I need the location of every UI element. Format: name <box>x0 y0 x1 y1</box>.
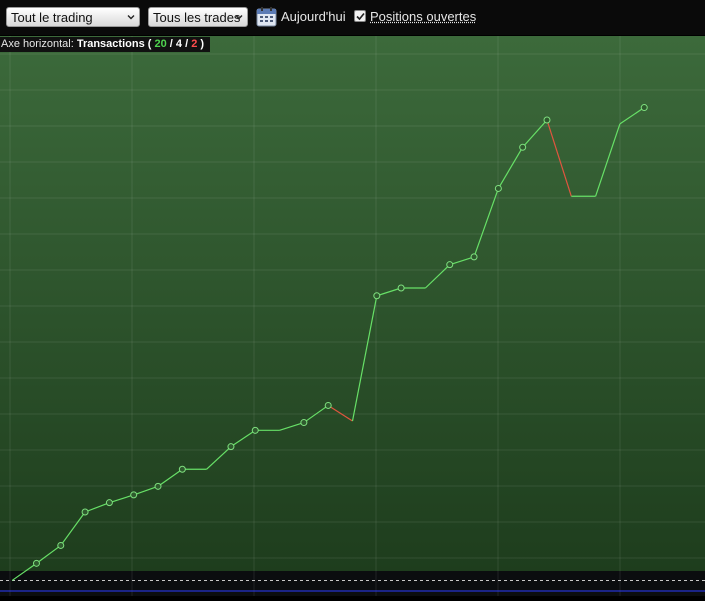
equity-chart <box>0 36 705 596</box>
calendar-icon[interactable] <box>256 6 277 27</box>
win-count: 20 <box>154 38 167 50</box>
toolbar: Tout le trading Tous les trades Aujourd'… <box>0 0 705 35</box>
type-select[interactable]: Tous les trades <box>148 7 248 27</box>
period-select[interactable]: Tout le trading <box>6 7 140 27</box>
trade-point <box>57 541 65 549</box>
axis-tag-close: ) <box>200 38 205 50</box>
chart-background <box>0 36 705 571</box>
loss-count: 2 <box>191 38 198 50</box>
open-positions-label[interactable]: Positions ouvertes <box>370 9 476 24</box>
trade-point <box>324 401 332 409</box>
chart-negative-area <box>0 571 705 596</box>
trade-point <box>446 261 454 269</box>
trade-point <box>494 184 502 192</box>
trade-point <box>251 426 259 434</box>
axis-tag-sep1: / <box>169 38 173 50</box>
equity-chart-svg <box>0 36 705 596</box>
trade-point <box>470 253 478 261</box>
trade-point <box>373 292 381 300</box>
trade-point <box>130 491 138 499</box>
axis-tag-prefix: Axe horizontal: <box>1 38 74 50</box>
trade-point <box>227 443 235 451</box>
open-positions-checkbox[interactable] <box>354 10 366 22</box>
axis-tag-open: ( <box>147 38 152 50</box>
axis-tag-mode: Transactions <box>76 38 145 50</box>
chevron-down-icon <box>127 15 135 20</box>
trade-point <box>300 419 308 427</box>
trade-point <box>519 143 527 151</box>
trade-point <box>32 559 40 567</box>
trade-point <box>543 116 551 124</box>
horizontal-axis-tag: Axe horizontal: Transactions ( 20 / 4 / … <box>0 37 211 52</box>
trade-point <box>397 284 405 292</box>
trade-point <box>640 104 648 112</box>
trade-point <box>154 482 162 490</box>
type-select-value: Tous les trades <box>153 10 241 25</box>
today-label[interactable]: Aujourd'hui <box>281 9 346 24</box>
trade-point <box>105 499 113 507</box>
period-select-value: Tout le trading <box>11 10 93 25</box>
axis-tag-sep2: / <box>185 38 189 50</box>
chevron-down-icon <box>235 15 243 20</box>
trade-point <box>81 508 89 516</box>
trade-point <box>178 465 186 473</box>
neutral-count: 4 <box>175 38 183 50</box>
checkmark-icon <box>356 12 365 21</box>
